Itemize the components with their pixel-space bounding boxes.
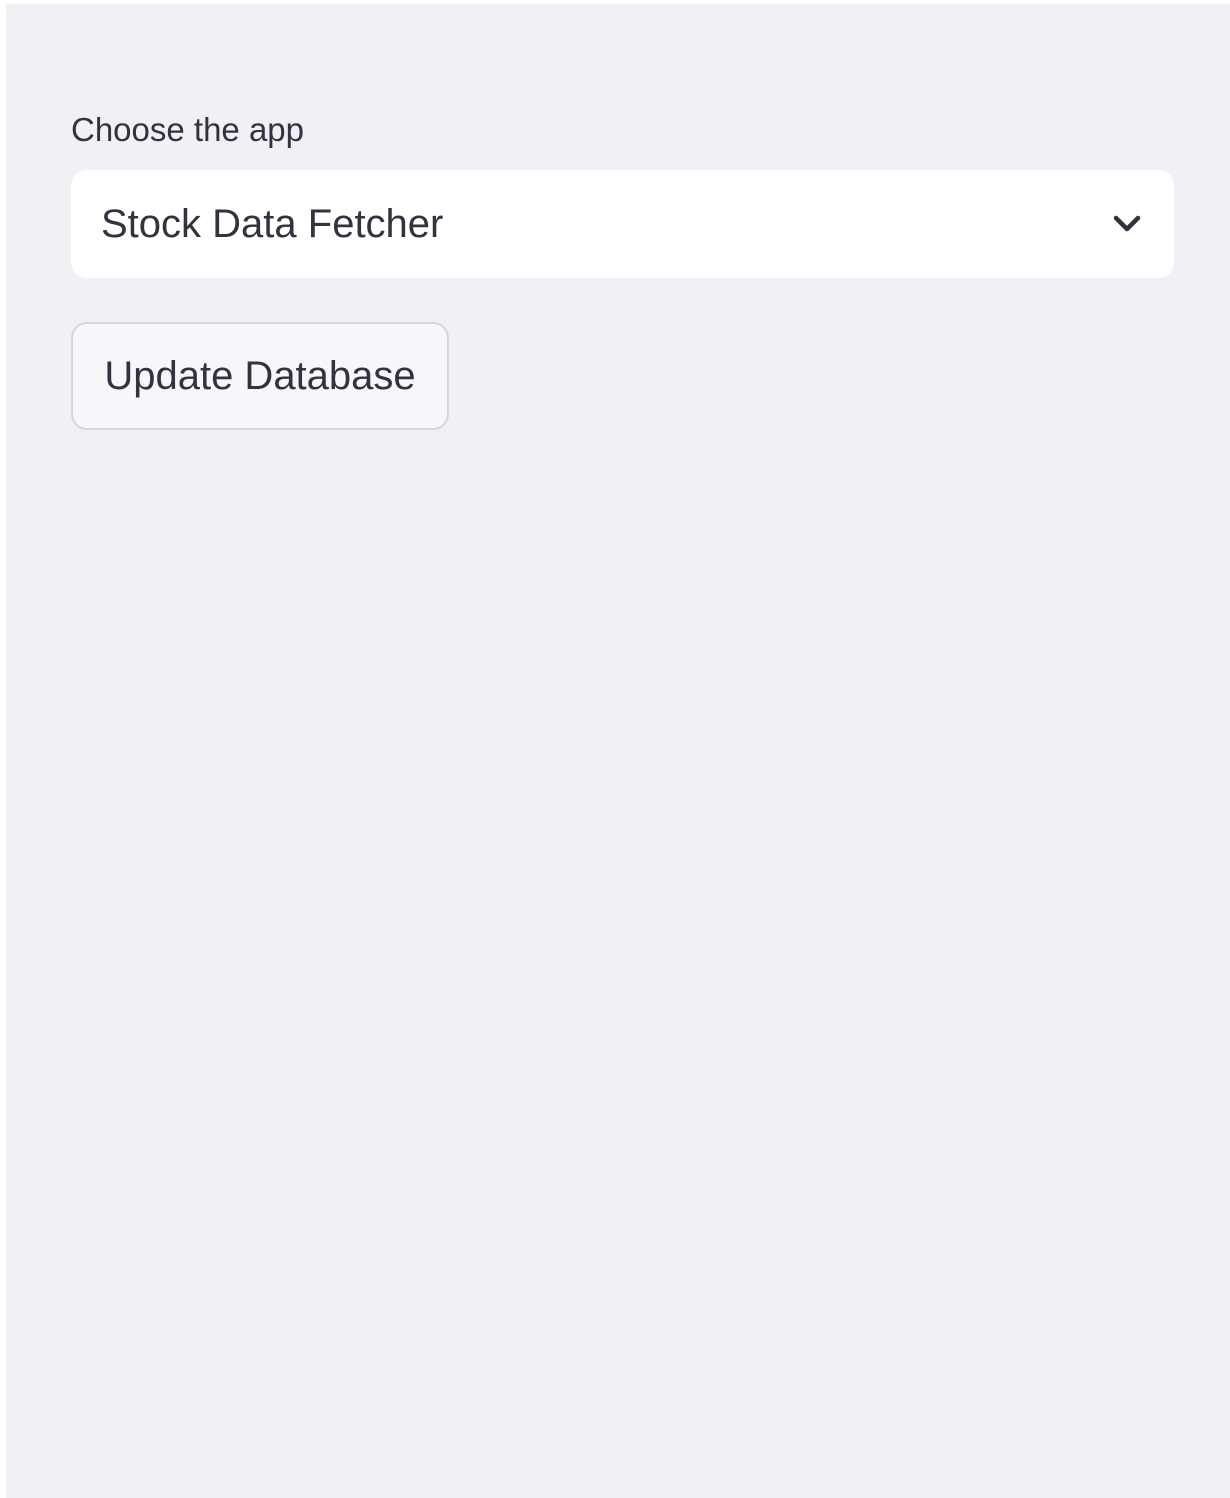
app-select-label: Choose the app (71, 111, 305, 148)
chevron-down-icon[interactable] (1110, 207, 1144, 241)
app-select[interactable]: Stock Data Fetcher (71, 170, 1174, 278)
sidebar: Choose the app Stock Data Fetcher Update… (6, 4, 1230, 1498)
app-select-value: Stock Data Fetcher (101, 201, 444, 246)
update-database-button[interactable]: Update Database (71, 322, 449, 430)
